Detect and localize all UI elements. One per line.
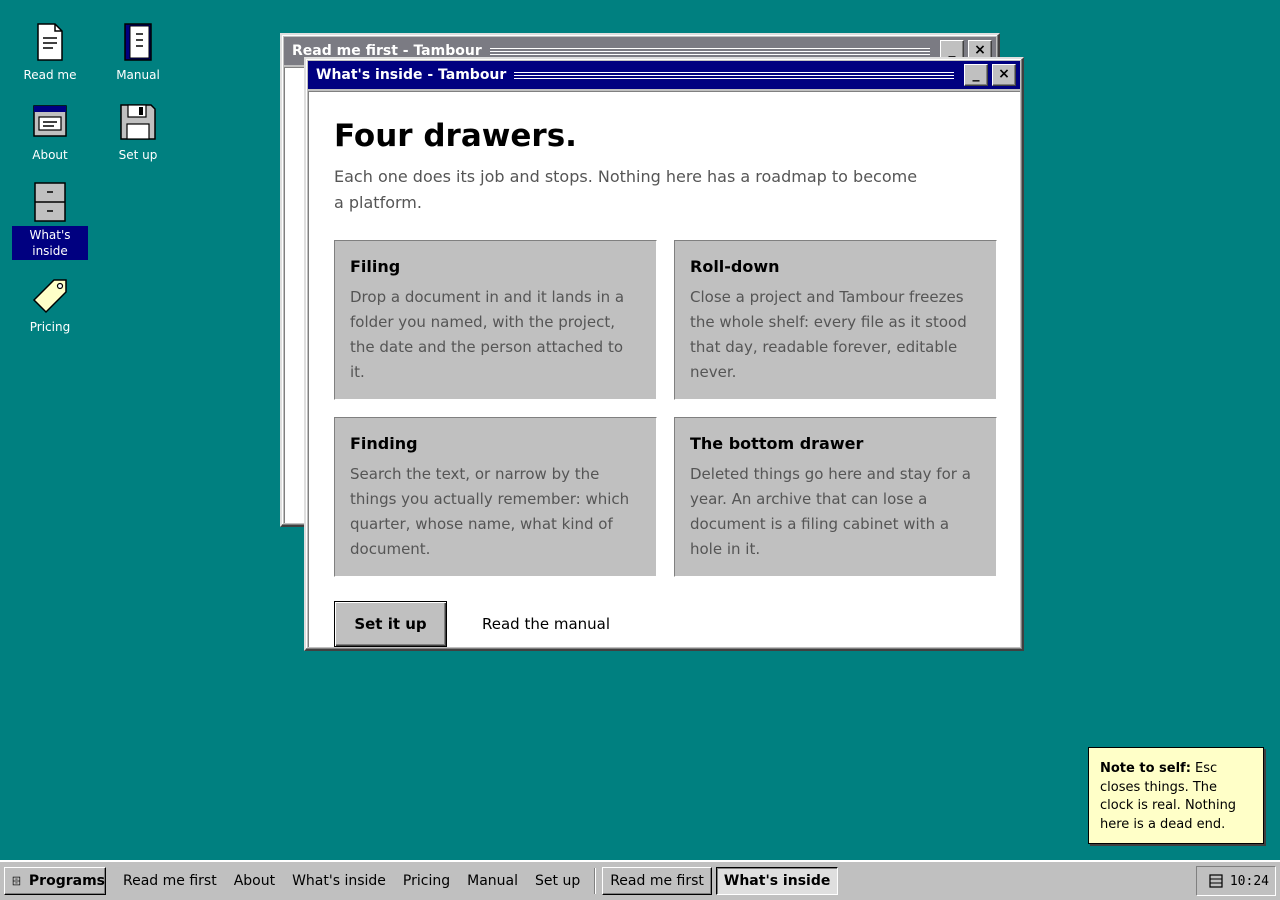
desktop-icon-label: Pricing	[29, 320, 71, 334]
desktop-icon-set-up[interactable]: Set up	[100, 102, 176, 164]
floppy-disk-icon	[120, 104, 156, 140]
page-lede: Each one does its job and stops. Nothing…	[334, 167, 918, 212]
desktop-icon-label: Read me	[23, 68, 77, 82]
programs-button[interactable]: Programs	[4, 867, 106, 895]
feature-card-title: Filing	[350, 257, 401, 276]
system-tray: 10:24	[1196, 866, 1276, 896]
close-button[interactable]: ×	[992, 64, 1016, 86]
quick-link-whats-inside[interactable]: What's inside	[292, 873, 386, 889]
quick-link-about[interactable]: About	[234, 873, 275, 889]
filing-cabinet-icon	[34, 182, 66, 222]
feature-card-title: Roll-down	[690, 257, 780, 276]
read-the-manual-link[interactable]: Read the manual	[482, 615, 610, 633]
feature-grid: Filing Drop a document in and it lands i…	[334, 240, 997, 577]
quick-link-set-up[interactable]: Set up	[535, 873, 580, 889]
desktop-icon-read-me[interactable]: Read me	[12, 22, 88, 84]
desktop-icon-manual[interactable]: Manual	[100, 22, 176, 84]
action-row: Set it up Read the manual	[334, 601, 995, 647]
quick-link-read-me-first[interactable]: Read me first	[123, 873, 217, 889]
feature-card-title: Finding	[350, 434, 418, 453]
programs-label: Programs	[28, 873, 105, 889]
desktop-icon-about[interactable]: About	[12, 102, 88, 164]
taskbar: Programs Read me first About What's insi…	[0, 860, 1280, 900]
feature-card-body: Drop a document in and it lands in a fol…	[350, 288, 625, 381]
desktop-icon-label: Manual	[116, 68, 160, 82]
taskbar-separator	[594, 868, 597, 894]
titlebar-stripes	[514, 71, 954, 79]
whats-inside-body: Four drawers. Each one does its job and …	[308, 91, 1020, 647]
clock: 10:24	[1229, 873, 1269, 889]
quick-link-manual[interactable]: Manual	[467, 873, 518, 889]
window-title: What's inside - Tambour	[316, 67, 507, 83]
desktop-icon-whats-inside[interactable]: What's inside	[12, 182, 88, 260]
titlebar-stripes	[489, 47, 931, 55]
feature-card-filing: Filing Drop a document in and it lands i…	[334, 240, 657, 400]
desktop-icon-label: About	[32, 148, 68, 162]
page-title: Four drawers.	[334, 118, 577, 154]
document-icon	[37, 23, 63, 61]
book-icon	[124, 23, 152, 61]
desktop-icon-label: What's inside	[12, 226, 88, 260]
task-button-read-me-first[interactable]: Read me first	[602, 867, 712, 895]
quick-link-pricing[interactable]: Pricing	[403, 873, 450, 889]
desktop-icon-pricing[interactable]: Pricing	[12, 274, 88, 336]
whats-inside-window[interactable]: What's inside - Tambour _ × Four drawers…	[304, 57, 1024, 651]
note-label: Note to self:	[1100, 761, 1191, 776]
set-it-up-button[interactable]: Set it up	[334, 601, 447, 647]
feature-card-bottom-drawer: The bottom drawer Deleted things go here…	[674, 417, 997, 577]
feature-card-body: Deleted things go here and stay for a ye…	[690, 465, 971, 558]
programs-icon	[12, 876, 21, 886]
whats-inside-titlebar[interactable]: What's inside - Tambour _ ×	[308, 61, 1020, 89]
window-icon	[33, 105, 67, 137]
desktop-icon-label: Set up	[118, 148, 158, 162]
feature-card-finding: Finding Search the text, or narrow by th…	[334, 417, 657, 577]
note-to-self: Note to self: Esc closes things. The clo…	[1088, 747, 1264, 844]
price-tag-icon	[32, 279, 67, 314]
cabinet-tray-icon[interactable]	[1208, 873, 1224, 889]
feature-card-body: Search the text, or narrow by the things…	[350, 465, 630, 558]
feature-card-roll-down: Roll-down Close a project and Tambour fr…	[674, 240, 997, 400]
feature-card-title: The bottom drawer	[690, 434, 864, 453]
minimize-button[interactable]: _	[964, 64, 988, 86]
feature-card-body: Close a project and Tambour freezes the …	[690, 288, 967, 381]
task-button-whats-inside[interactable]: What's inside	[715, 867, 839, 895]
